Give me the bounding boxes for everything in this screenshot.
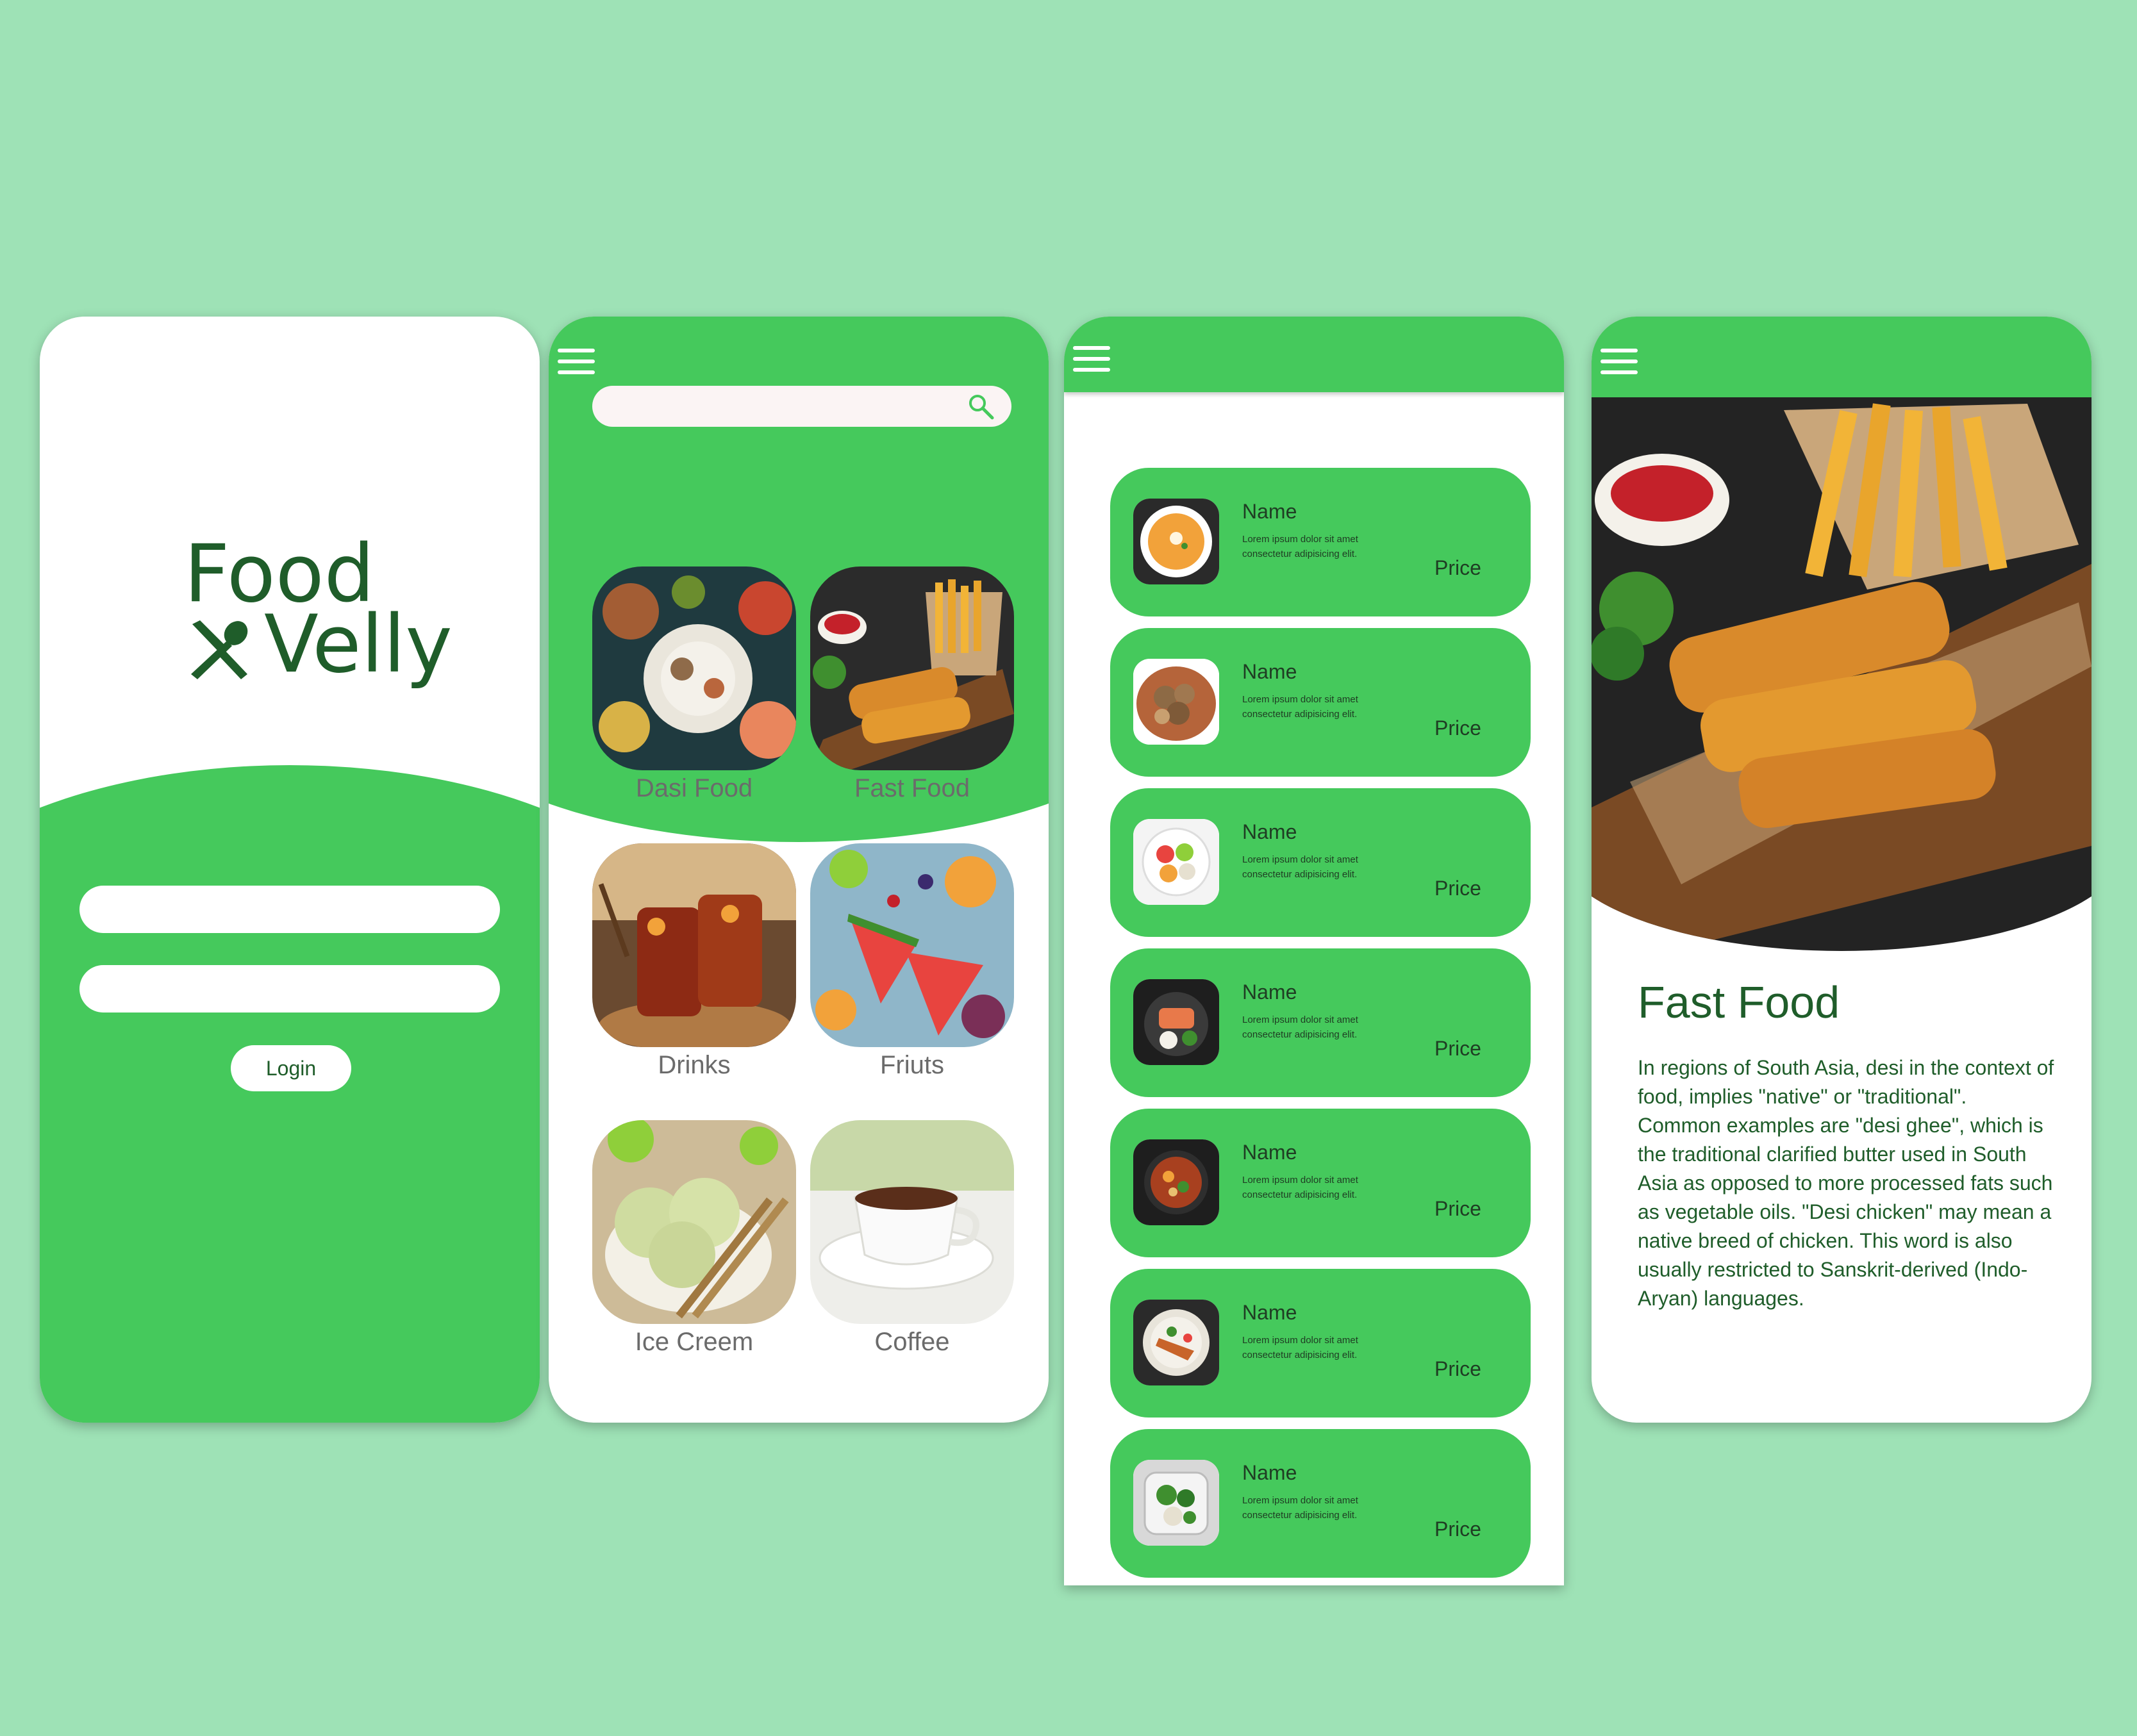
item-name: Name bbox=[1242, 980, 1297, 1004]
item-card[interactable]: Name Lorem ipsum dolor sit amet consecte… bbox=[1110, 788, 1531, 937]
item-thumbnail bbox=[1133, 979, 1219, 1065]
detail-description: In regions of South Asia, desi in the co… bbox=[1638, 1056, 2054, 1310]
item-name: Name bbox=[1242, 1461, 1297, 1484]
search-input[interactable] bbox=[592, 386, 951, 427]
item-name: Name bbox=[1242, 500, 1297, 523]
item-thumbnail bbox=[1133, 659, 1219, 745]
item-card[interactable]: Name Lorem ipsum dolor sit amet consecte… bbox=[1110, 1269, 1531, 1418]
category-image bbox=[592, 566, 796, 770]
category-label: Dasi Food bbox=[635, 774, 753, 802]
category-fruits[interactable]: Friuts bbox=[810, 843, 1014, 1079]
category-label: Fast Food bbox=[854, 774, 970, 802]
category-label: Ice Creem bbox=[635, 1328, 754, 1356]
category-image bbox=[810, 843, 1014, 1047]
item-thumbnail bbox=[1133, 1300, 1219, 1385]
item-description: Lorem ipsum dolor sit amet consectetur a… bbox=[1242, 534, 1358, 560]
hero-image bbox=[1592, 397, 2091, 951]
category-label: Friuts bbox=[880, 1051, 944, 1079]
item-card[interactable]: Name Lorem ipsum dolor sit amet consecte… bbox=[1110, 628, 1531, 777]
item-description: Lorem ipsum dolor sit amet consectetur a… bbox=[1242, 854, 1358, 880]
item-card[interactable]: Name Lorem ipsum dolor sit amet consecte… bbox=[1110, 1109, 1531, 1257]
item-description: Lorem ipsum dolor sit amet consectetur a… bbox=[1242, 1175, 1358, 1201]
login-panel-bg bbox=[40, 765, 540, 1423]
item-price: Price bbox=[1434, 556, 1481, 579]
menu-icon[interactable] bbox=[1601, 349, 1638, 374]
detail-screen: Fast Food In regions of South Asia, desi… bbox=[1592, 317, 2091, 1423]
password-input[interactable] bbox=[79, 965, 500, 1013]
category-label: Coffee bbox=[874, 1328, 950, 1356]
login-button[interactable]: Login bbox=[231, 1045, 351, 1091]
item-thumbnail bbox=[1133, 499, 1219, 584]
item-card[interactable]: Name Lorem ipsum dolor sit amet consecte… bbox=[1110, 948, 1531, 1097]
header-bar bbox=[1064, 317, 1564, 392]
item-price: Price bbox=[1434, 1037, 1481, 1060]
item-name: Name bbox=[1242, 820, 1297, 843]
category-label: Drinks bbox=[658, 1051, 731, 1079]
item-name: Name bbox=[1242, 1141, 1297, 1164]
menu-icon[interactable] bbox=[558, 349, 595, 374]
category-coffee[interactable]: Coffee bbox=[810, 1120, 1014, 1356]
category-image bbox=[592, 1120, 796, 1324]
category-dasi-food[interactable]: Dasi Food bbox=[592, 566, 796, 802]
fork-spoon-icon bbox=[191, 620, 248, 679]
category-image bbox=[810, 1120, 1014, 1324]
category-image bbox=[810, 566, 1014, 770]
item-description: Lorem ipsum dolor sit amet consectetur a… bbox=[1242, 694, 1358, 720]
category-drinks[interactable]: Drinks bbox=[592, 843, 796, 1079]
search-bar bbox=[592, 386, 1011, 427]
item-price: Price bbox=[1434, 877, 1481, 900]
item-thumbnail bbox=[1133, 1460, 1219, 1546]
search-icon[interactable] bbox=[967, 392, 996, 422]
categories-screen: Dasi Food Fast Food Drinks Friuts Ice Cr… bbox=[549, 317, 1049, 1423]
item-price: Price bbox=[1434, 1197, 1481, 1220]
header-bar bbox=[1592, 317, 2091, 397]
item-name: Name bbox=[1242, 660, 1297, 683]
category-fast-food[interactable]: Fast Food bbox=[810, 566, 1014, 802]
item-price: Price bbox=[1434, 1517, 1481, 1541]
brand-line2: Velly bbox=[264, 599, 453, 691]
item-card[interactable]: Name Lorem ipsum dolor sit amet consecte… bbox=[1110, 1429, 1531, 1578]
item-price: Price bbox=[1434, 716, 1481, 740]
username-input[interactable] bbox=[79, 886, 500, 933]
item-card[interactable]: Name Lorem ipsum dolor sit amet consecte… bbox=[1110, 468, 1531, 616]
item-description: Lorem ipsum dolor sit amet consectetur a… bbox=[1242, 1335, 1358, 1361]
item-price: Price bbox=[1434, 1357, 1481, 1380]
item-thumbnail bbox=[1133, 1139, 1219, 1225]
item-list-screen: Name Lorem ipsum dolor sit amet consecte… bbox=[1064, 317, 1564, 1585]
category-ice-cream[interactable]: Ice Creem bbox=[592, 1120, 796, 1356]
item-name: Name bbox=[1242, 1301, 1297, 1324]
category-image bbox=[592, 843, 796, 1047]
item-thumbnail bbox=[1133, 819, 1219, 905]
menu-icon[interactable] bbox=[1073, 346, 1110, 372]
item-description: Lorem ipsum dolor sit amet consectetur a… bbox=[1242, 1495, 1358, 1521]
item-description: Lorem ipsum dolor sit amet consectetur a… bbox=[1242, 1014, 1358, 1041]
login-screen: Food Velly Login bbox=[40, 317, 540, 1423]
detail-title: Fast Food bbox=[1638, 977, 1840, 1027]
